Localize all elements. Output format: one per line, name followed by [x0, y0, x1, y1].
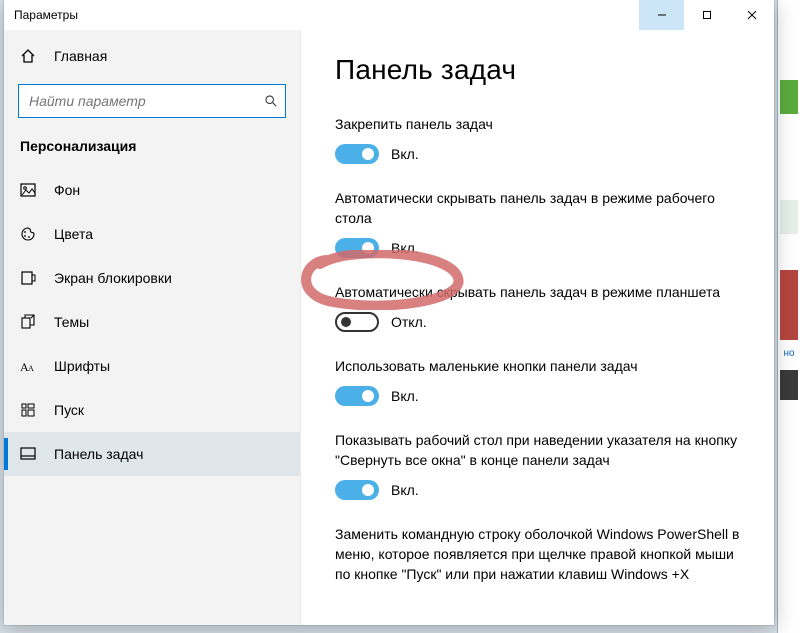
sidebar-item-taskbar[interactable]: Панель задач [4, 432, 300, 476]
palette-icon [20, 226, 36, 242]
sidebar-item-fonts[interactable]: AA Шрифты [4, 344, 300, 388]
content-pane: Панель задач Закрепить панель задач Вкл.… [301, 30, 774, 625]
toggle-switch[interactable] [335, 144, 379, 164]
page-title: Панель задач [335, 54, 744, 86]
bg-swatch [780, 200, 798, 234]
window-body: Главная Персонализация Фон [4, 30, 774, 625]
bg-label: но [778, 348, 800, 359]
search-icon [263, 93, 279, 109]
search-box[interactable] [18, 84, 286, 118]
search-wrap [18, 84, 286, 118]
svg-text:A: A [28, 364, 34, 373]
background-browser-strip: но [777, 0, 800, 633]
sidebar-item-lockscreen[interactable]: Экран блокировки [4, 256, 300, 300]
fonts-icon: AA [20, 358, 36, 374]
sidebar-item-themes[interactable]: Темы [4, 300, 300, 344]
bg-swatch [780, 370, 798, 400]
sidebar-item-label: Экран блокировки [54, 270, 172, 286]
maximize-button[interactable] [684, 0, 729, 30]
taskbar-icon [20, 446, 36, 462]
toggle-state-text: Вкл. [391, 146, 419, 162]
setting-autohide-desktop: Автоматически скрывать панель задач в ре… [335, 188, 744, 258]
sidebar-item-label: Шрифты [54, 358, 110, 374]
toggle-switch[interactable] [335, 386, 379, 406]
themes-icon [20, 314, 36, 330]
setting-label: Использовать маленькие кнопки панели зад… [335, 356, 744, 376]
sidebar-item-label: Темы [54, 314, 89, 330]
sidebar-item-background[interactable]: Фон [4, 168, 300, 212]
setting-label: Заменить командную строку оболочкой Wind… [335, 524, 744, 584]
sidebar-item-label: Фон [54, 182, 80, 198]
sidebar-home[interactable]: Главная [4, 36, 300, 76]
toggle-row: Вкл. [335, 480, 744, 500]
setting-label: Автоматически скрывать панель задач в ре… [335, 188, 744, 228]
setting-autohide-tablet: Автоматически скрывать панель задач в ре… [335, 282, 744, 332]
sidebar-item-start[interactable]: Пуск [4, 388, 300, 432]
search-input[interactable] [27, 92, 263, 110]
home-icon [20, 48, 36, 64]
toggle-state-text: Вкл. [391, 240, 419, 256]
sidebar-item-label: Пуск [54, 402, 84, 418]
toggle-row: Откл. [335, 312, 744, 332]
picture-icon [20, 182, 36, 198]
toggle-switch[interactable] [335, 238, 379, 258]
bg-swatch [780, 270, 798, 340]
window-title: Параметры [14, 8, 78, 22]
setting-lock-taskbar: Закрепить панель задач Вкл. [335, 114, 744, 164]
toggle-row: Вкл. [335, 238, 744, 258]
lockscreen-icon [20, 270, 36, 286]
bg-swatch [780, 80, 798, 114]
toggle-row: Вкл. [335, 144, 744, 164]
setting-peek-desktop: Показывать рабочий стол при наведении ук… [335, 430, 744, 500]
titlebar: Параметры [4, 0, 774, 30]
setting-label: Закрепить панель задач [335, 114, 744, 134]
toggle-state-text: Вкл. [391, 388, 419, 404]
minimize-button[interactable] [639, 0, 684, 30]
sidebar-item-colors[interactable]: Цвета [4, 212, 300, 256]
start-icon [20, 402, 36, 418]
setting-label: Показывать рабочий стол при наведении ук… [335, 430, 744, 470]
sidebar-section-header: Персонализация [4, 128, 300, 168]
toggle-row: Вкл. [335, 386, 744, 406]
sidebar-home-label: Главная [54, 48, 107, 64]
setting-small-buttons: Использовать маленькие кнопки панели зад… [335, 356, 744, 406]
sidebar-item-label: Панель задач [54, 446, 143, 462]
window-controls [639, 0, 774, 30]
sidebar: Главная Персонализация Фон [4, 30, 301, 625]
setting-label: Автоматически скрывать панель задач в ре… [335, 282, 744, 302]
toggle-state-text: Откл. [391, 314, 427, 330]
toggle-state-text: Вкл. [391, 482, 419, 498]
close-button[interactable] [729, 0, 774, 30]
toggle-switch[interactable] [335, 480, 379, 500]
sidebar-item-label: Цвета [54, 226, 93, 242]
toggle-switch[interactable] [335, 312, 379, 332]
settings-window: Параметры Главная [4, 0, 774, 625]
setting-powershell: Заменить командную строку оболочкой Wind… [335, 524, 744, 584]
